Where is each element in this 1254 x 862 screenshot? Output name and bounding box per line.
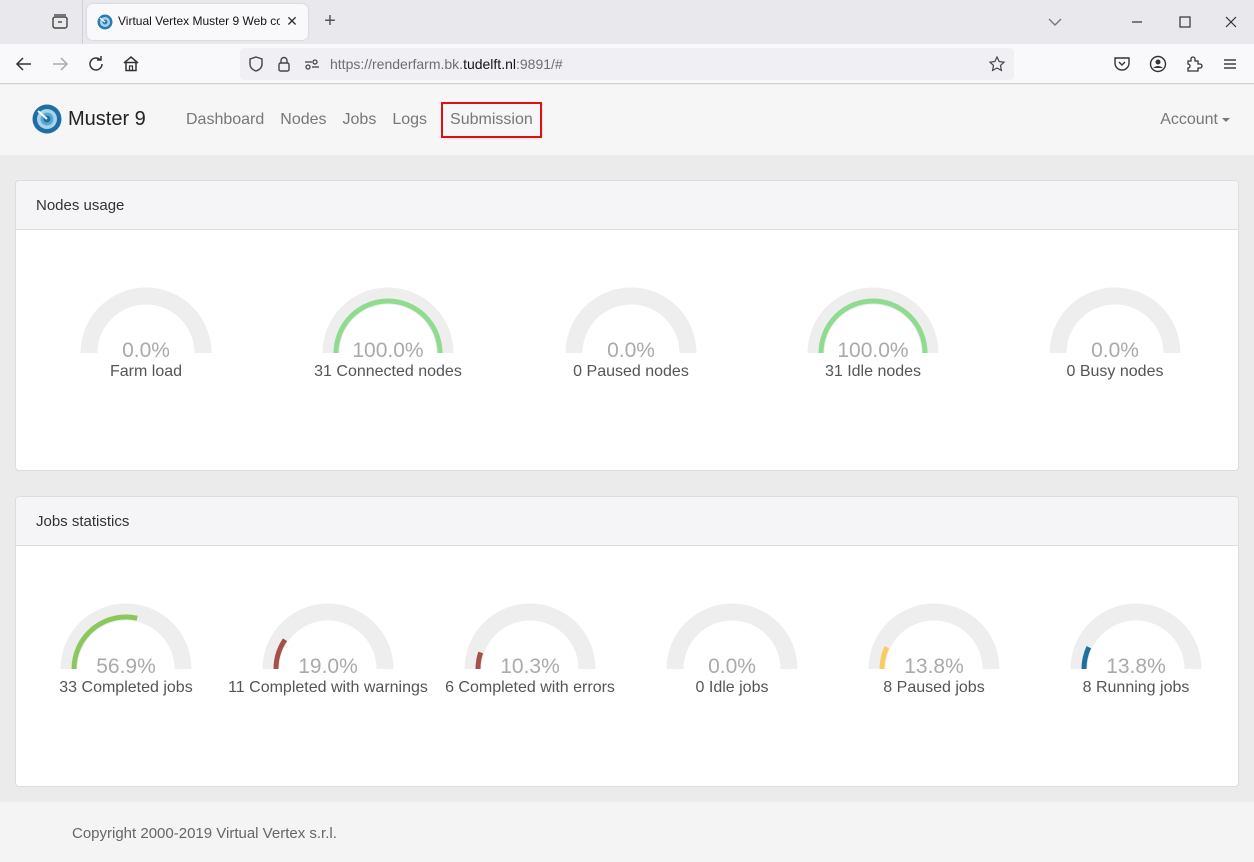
menu-dashboard[interactable]: Dashboard: [178, 104, 272, 136]
gauge-value: 13.8%: [904, 655, 964, 678]
gauge-label: 31 Connected nodes: [314, 363, 462, 380]
pocket-icon[interactable]: [1111, 53, 1133, 75]
nodes-gauge: 0.0% Farm load: [46, 287, 246, 397]
gauge-value: 56.9%: [96, 655, 156, 678]
menu-submission[interactable]: Submission: [441, 102, 542, 138]
new-tab-button[interactable]: +: [318, 10, 342, 34]
reload-icon[interactable]: [85, 53, 107, 75]
muster-favicon-icon: [97, 14, 113, 30]
menu-hamburger-icon[interactable]: [1219, 53, 1241, 75]
jobs-gauge: 0.0% 0 Idle jobs: [632, 603, 832, 713]
gauge-value: 19.0%: [298, 655, 358, 678]
site-permissions-icon[interactable]: [303, 55, 321, 73]
jobs-gauge: 56.9% 33 Completed jobs: [26, 603, 226, 713]
nodes-gauge: 0.0% 0 Busy nodes: [1015, 287, 1215, 397]
nodes-usage-panel: Nodes usage 0.0% Farm load 100.0% 31 Connec…: [15, 180, 1239, 471]
brand[interactable]: Muster 9: [32, 104, 146, 134]
home-icon[interactable]: [120, 53, 142, 75]
gauge-value: 0.0%: [708, 655, 756, 678]
bookmark-star-icon[interactable]: [988, 55, 1006, 73]
account-dropdown[interactable]: Account: [1160, 111, 1230, 129]
url-prefix: https://renderfarm.bk.: [330, 56, 464, 72]
shield-icon[interactable]: [247, 55, 265, 73]
gauge-label: 0 Busy nodes: [1066, 363, 1164, 380]
gauge-value: 100.0%: [837, 339, 909, 362]
menu-logs[interactable]: Logs: [384, 104, 435, 136]
menu-nodes[interactable]: Nodes: [272, 104, 334, 136]
maximize-icon[interactable]: [1173, 10, 1197, 34]
main-menu: Dashboard Nodes Jobs Logs Submission: [178, 102, 542, 138]
gauge-label: 31 Idle nodes: [824, 363, 922, 380]
tabbar-separator: [82, 0, 83, 44]
jobs-gauge: 13.8% 8 Paused jobs: [834, 603, 1034, 713]
app-header: Muster 9 Dashboard Nodes Jobs Logs Submi…: [0, 85, 1254, 155]
minimize-icon[interactable]: [1125, 10, 1149, 34]
lock-icon[interactable]: [275, 55, 293, 73]
muster-logo-icon: [32, 104, 62, 134]
tab-title: Virtual Vertex Muster 9 Web cor: [118, 14, 280, 28]
nodes-gauge: 100.0% 31 Connected nodes: [288, 287, 488, 397]
nodes-gauge: 0.0% 0 Paused nodes: [531, 287, 731, 397]
footer: Copyright 2000-2019 Virtual Vertex s.r.l…: [0, 802, 1254, 862]
gauge-value: 100.0%: [352, 339, 424, 362]
forward-arrow-icon[interactable]: [49, 53, 71, 75]
gauge-label: Farm load: [109, 363, 183, 380]
gauge-label: 8 Running jobs: [1082, 679, 1190, 696]
gauge-value: 0.0%: [1091, 339, 1139, 362]
url-host: tudelft.nl: [463, 56, 516, 72]
chevron-down-icon[interactable]: [1045, 12, 1065, 32]
gauge-value: 13.8%: [1106, 655, 1166, 678]
caret-down-icon: [1222, 117, 1230, 122]
tab-list-icon[interactable]: [50, 12, 70, 32]
jobs-gauge: 10.3% 6 Completed with errors: [430, 603, 630, 713]
close-window-icon[interactable]: [1219, 10, 1243, 34]
gauge-value: 0.0%: [607, 339, 655, 362]
account-label: Account: [1160, 111, 1218, 128]
back-arrow-icon[interactable]: [13, 53, 35, 75]
nodes-gauge: 100.0% 31 Idle nodes: [773, 287, 973, 397]
gauge-label: 0 Paused nodes: [573, 363, 689, 380]
extensions-icon[interactable]: [1183, 53, 1205, 75]
url-bar[interactable]: https://renderfarm.bk.tudelft.nl:9891/#: [240, 48, 1014, 80]
browser-navbar: https://renderfarm.bk.tudelft.nl:9891/#: [0, 44, 1254, 84]
panel-title: Nodes usage: [16, 181, 1238, 230]
brand-name: Muster 9: [68, 107, 146, 130]
jobs-gauge: 19.0% 11 Completed with warnings: [228, 603, 428, 713]
browser-tabbar: Virtual Vertex Muster 9 Web cor ✕ +: [0, 0, 1254, 44]
menu-jobs[interactable]: Jobs: [335, 104, 385, 136]
close-tab-icon[interactable]: ✕: [283, 12, 301, 30]
panel-title: Jobs statistics: [16, 497, 1238, 546]
browser-tab-active[interactable]: Virtual Vertex Muster 9 Web cor ✕: [87, 4, 308, 40]
gauge-value: 0.0%: [122, 339, 170, 362]
jobs-gauge: 13.8% 8 Running jobs: [1036, 603, 1236, 713]
jobs-statistics-panel: Jobs statistics 56.9% 33 Completed jobs 19…: [15, 496, 1239, 787]
gauge-value: 10.3%: [500, 655, 560, 678]
account-icon[interactable]: [1147, 53, 1169, 75]
copyright-text: Copyright 2000-2019 Virtual Vertex s.r.l…: [72, 825, 337, 842]
url-suffix: :9891/#: [516, 56, 563, 72]
url-text[interactable]: https://renderfarm.bk.tudelft.nl:9891/#: [330, 56, 563, 72]
